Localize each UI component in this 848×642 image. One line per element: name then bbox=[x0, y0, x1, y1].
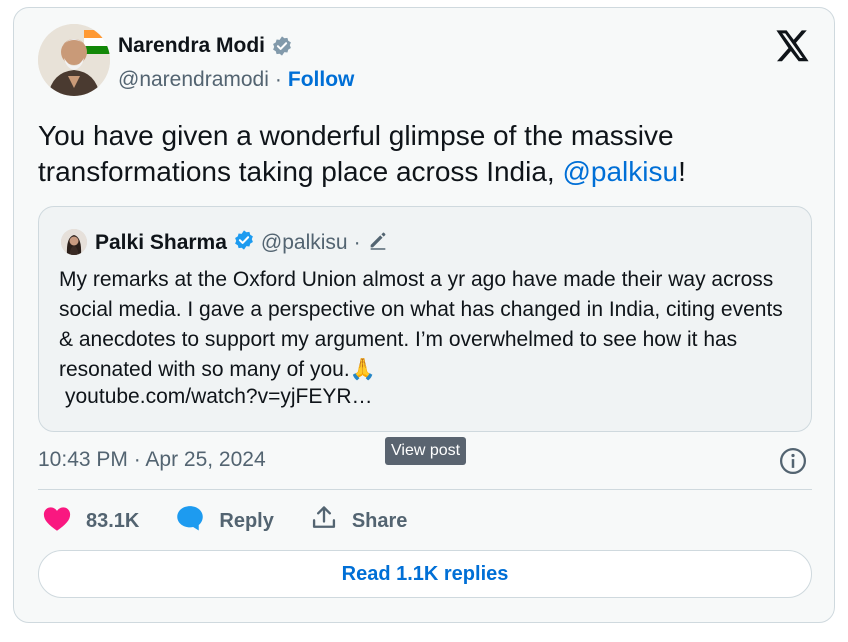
author-handle[interactable]: @narendramodi bbox=[118, 68, 269, 92]
pencil-icon bbox=[367, 229, 389, 257]
view-post-tooltip: View post bbox=[385, 437, 467, 465]
verified-badge-gray-icon bbox=[271, 35, 293, 57]
speech-bubble-icon bbox=[175, 504, 205, 538]
author-handle-row: @narendramodi · Follow bbox=[118, 68, 354, 92]
x-logo-icon[interactable] bbox=[776, 30, 810, 62]
info-icon[interactable] bbox=[778, 446, 808, 476]
quoted-avatar-image bbox=[61, 229, 87, 255]
tweet-text-end: ! bbox=[678, 156, 686, 187]
quoted-author-handle: @palkisu bbox=[260, 231, 348, 254]
author-name-row[interactable]: Narendra Modi bbox=[118, 34, 293, 58]
tweet-text: You have given a wonderful glimpse of th… bbox=[38, 118, 798, 190]
like-count: 83.1K bbox=[86, 509, 140, 532]
author-avatar-image bbox=[38, 24, 110, 96]
tweet-card: Narendra Modi @narendramodi · Follow You… bbox=[13, 7, 835, 623]
quoted-text-body: My remarks at the Oxford Union almost a … bbox=[59, 268, 783, 381]
reply-button[interactable]: Reply bbox=[175, 504, 274, 538]
mention-link[interactable]: @palkisu bbox=[562, 156, 678, 187]
share-icon bbox=[310, 504, 338, 538]
share-label: Share bbox=[351, 509, 408, 532]
verified-badge-blue-icon bbox=[233, 229, 255, 257]
separator-dot: · bbox=[274, 68, 282, 91]
post-timestamp[interactable]: 10:43 PM · Apr 25, 2024 bbox=[38, 448, 266, 472]
quoted-text: My remarks at the Oxford Union almost a … bbox=[59, 265, 789, 385]
read-replies-button[interactable]: Read 1.1K replies bbox=[38, 550, 812, 598]
follow-button[interactable]: Follow bbox=[288, 68, 355, 92]
share-button[interactable]: Share bbox=[310, 504, 408, 538]
quoted-author-avatar bbox=[61, 229, 87, 255]
quoted-header: Palki Sharma @palkisu · bbox=[95, 229, 389, 257]
quoted-separator-dot: · bbox=[353, 231, 361, 254]
folded-hands-emoji: 🙏 bbox=[349, 358, 376, 381]
divider bbox=[38, 489, 812, 490]
quoted-link[interactable]: youtube.com/watch?v=yjFEYR… bbox=[65, 385, 373, 409]
quoted-author-name: Palki Sharma bbox=[95, 231, 227, 254]
author-avatar[interactable] bbox=[38, 24, 110, 96]
heart-icon bbox=[42, 504, 72, 538]
quoted-tweet[interactable]: Palki Sharma @palkisu · My remarks at th… bbox=[38, 206, 812, 432]
reply-label: Reply bbox=[219, 509, 274, 532]
like-button[interactable]: 83.1K bbox=[42, 504, 139, 538]
author-name[interactable]: Narendra Modi bbox=[118, 34, 265, 58]
action-bar: 83.1K Reply Share bbox=[42, 504, 443, 538]
